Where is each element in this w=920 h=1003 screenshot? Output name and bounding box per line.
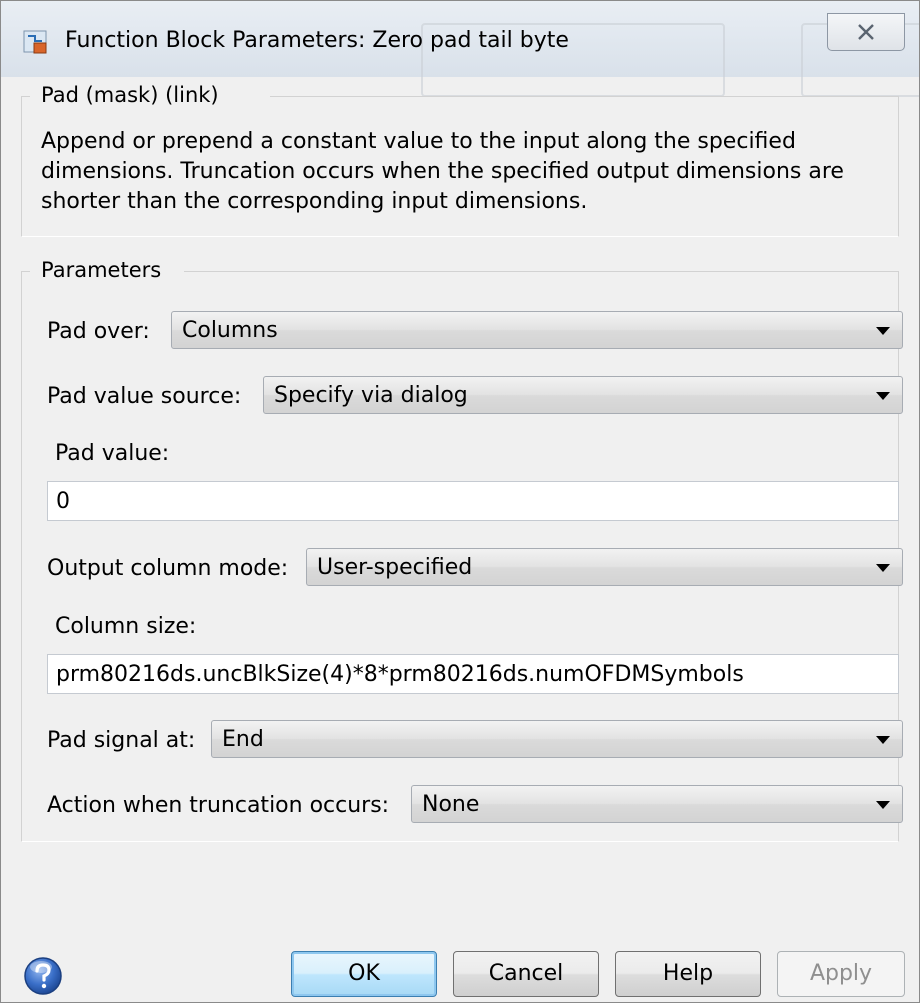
chevron-down-icon (876, 736, 890, 744)
pad-value-text: 0 (56, 489, 70, 514)
window-title: Function Block Parameters: Zero pad tail… (65, 28, 569, 53)
column-size-label: Column size: (55, 614, 197, 639)
chevron-down-icon (876, 801, 890, 809)
close-button[interactable] (827, 13, 905, 51)
column-size-field[interactable]: prm80216ds.uncBlkSize(4)*8*prm80216ds.nu… (47, 654, 899, 694)
group-border (270, 96, 898, 97)
chevron-down-icon (876, 564, 890, 572)
truncation-action-value: None (422, 792, 480, 817)
close-icon (858, 24, 874, 40)
ok-button[interactable]: OK (291, 951, 437, 997)
output-column-mode-value: User-specified (317, 555, 473, 580)
pad-value-source-select[interactable]: Specify via dialog (263, 376, 903, 414)
output-column-mode-select[interactable]: User-specified (306, 548, 903, 586)
output-column-mode-label: Output column mode: (47, 556, 289, 581)
column-size-text: prm80216ds.uncBlkSize(4)*8*prm80216ds.nu… (56, 662, 744, 687)
chevron-down-icon (876, 327, 890, 335)
pad-value-field[interactable]: 0 (47, 481, 899, 521)
pad-signal-at-select[interactable]: End (211, 720, 903, 758)
parameters-group-label: Parameters (37, 258, 166, 282)
pad-value-source-value: Specify via dialog (274, 383, 468, 408)
pad-signal-at-value: End (222, 727, 264, 752)
help-question-icon[interactable] (23, 956, 63, 996)
chevron-down-icon (876, 392, 890, 400)
group-border (22, 271, 30, 272)
pad-value-label: Pad value: (55, 441, 170, 466)
dialog-window: Function Block Parameters: Zero pad tail… (0, 0, 920, 1003)
pad-over-value: Columns (182, 318, 278, 343)
pad-over-select[interactable]: Columns (171, 311, 903, 349)
title-bar[interactable]: Function Block Parameters: Zero pad tail… (1, 1, 919, 97)
pad-signal-at-label: Pad signal at: (47, 728, 196, 753)
pad-value-source-label: Pad value source: (47, 384, 242, 409)
simulink-block-icon (23, 30, 47, 54)
group-border (22, 96, 30, 97)
mask-description: Append or prepend a constant value to th… (41, 129, 844, 214)
truncation-action-label: Action when truncation occurs: (47, 793, 390, 818)
group-border (184, 271, 898, 272)
pad-over-label: Pad over: (47, 319, 150, 344)
truncation-action-select[interactable]: None (411, 785, 903, 823)
mask-group-label: Pad (mask) (link) (37, 83, 223, 107)
cancel-button[interactable]: Cancel (453, 951, 599, 997)
help-button[interactable]: Help (615, 951, 761, 997)
apply-button[interactable]: Apply (777, 951, 905, 997)
